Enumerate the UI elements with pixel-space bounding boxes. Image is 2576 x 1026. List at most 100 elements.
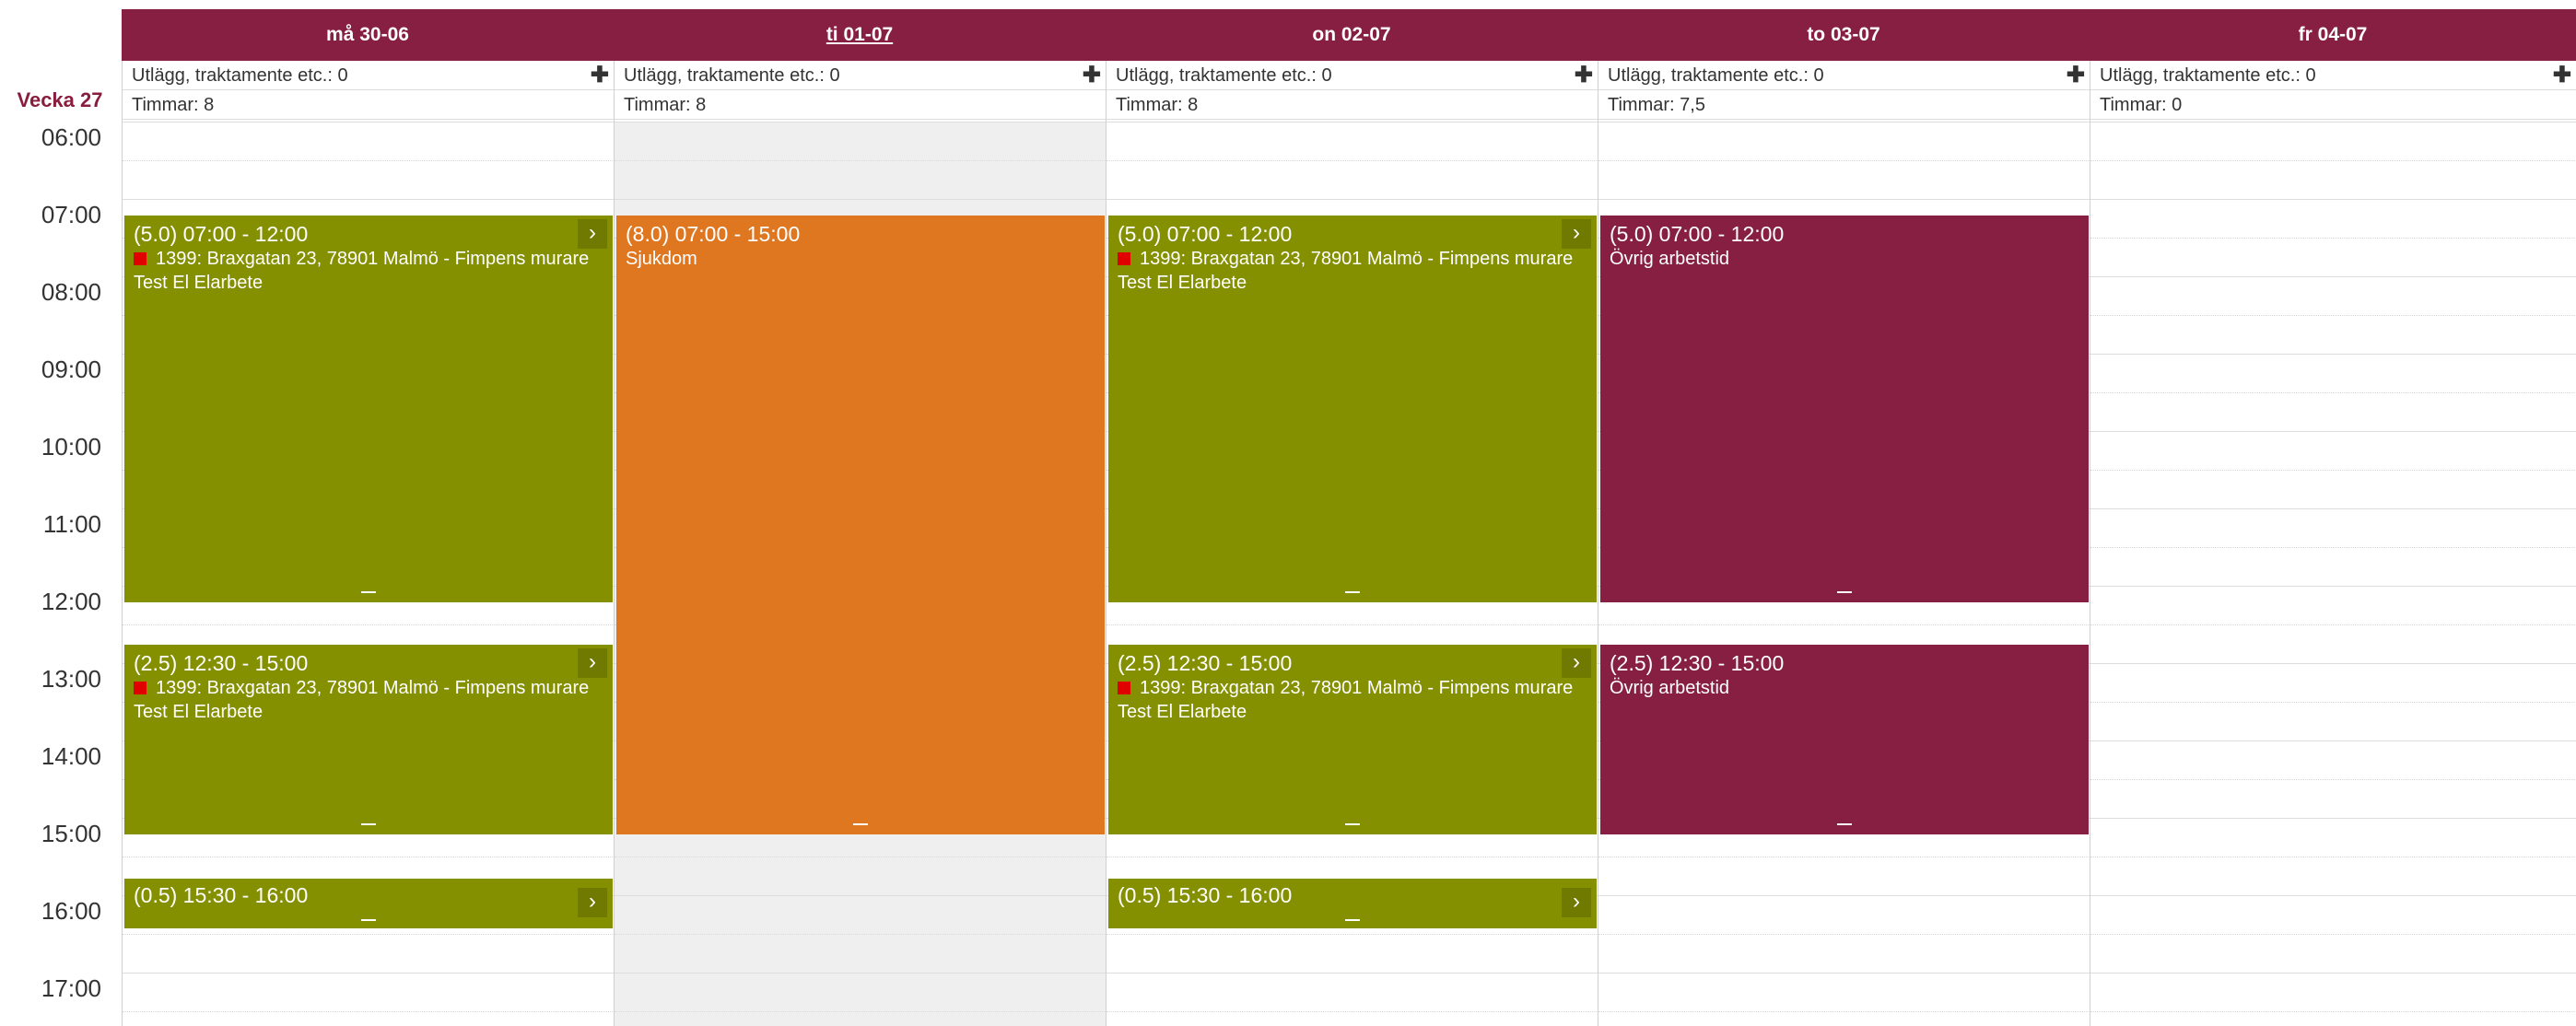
chevron-right-icon[interactable]: › bbox=[578, 648, 607, 678]
time-entry[interactable]: (2.5) 12:30 - 15:00 1399: Braxgatan 23, … bbox=[1108, 645, 1597, 834]
expenses-row: Utlägg, traktamente etc.: 0 ✚ bbox=[615, 61, 1107, 90]
hour-line bbox=[2090, 973, 2576, 974]
hour-line bbox=[2090, 199, 2576, 200]
day-header-tue[interactable]: ti 01-07 bbox=[614, 9, 1106, 61]
hours-row: Timmar: 8 bbox=[615, 90, 1107, 120]
chevron-right-icon[interactable]: › bbox=[1562, 888, 1591, 917]
time-entry[interactable]: (5.0) 07:00 - 12:00 1399: Braxgatan 23, … bbox=[1108, 216, 1597, 602]
chevron-right-icon[interactable]: › bbox=[1562, 219, 1591, 249]
hour-line bbox=[2090, 895, 2576, 896]
expenses-row: Utlägg, traktamente etc.: 0 ✚ bbox=[2090, 61, 2576, 90]
hours-row: Timmar: 7,5 bbox=[1598, 90, 2090, 120]
hour-line bbox=[615, 199, 1107, 200]
half-hour-line bbox=[2090, 160, 2576, 161]
half-hour-line bbox=[1598, 934, 2090, 935]
hours-row: Timmar: 8 bbox=[1107, 90, 1598, 120]
time-label: 09:00 bbox=[41, 356, 101, 383]
time-entry[interactable]: (0.5) 15:30 - 16:00 › bbox=[124, 879, 613, 928]
hour-line bbox=[1107, 973, 1598, 974]
half-hour-line bbox=[123, 1011, 615, 1012]
day-header-fri[interactable]: fr 04-07 bbox=[2090, 9, 2576, 61]
project-marker-icon bbox=[1118, 252, 1130, 265]
expenses-row: Utlägg, traktamente etc.: 0 ✚ bbox=[123, 61, 615, 90]
project-marker-icon bbox=[134, 252, 146, 265]
resize-handle-icon[interactable] bbox=[361, 919, 376, 921]
plus-icon[interactable]: ✚ bbox=[591, 61, 609, 90]
time-label: 14:00 bbox=[41, 742, 101, 770]
time-label: 17:00 bbox=[41, 974, 101, 1002]
half-hour-line bbox=[615, 1011, 1107, 1012]
day-header-thu[interactable]: to 03-07 bbox=[1598, 9, 2090, 61]
half-hour-line bbox=[123, 934, 615, 935]
expenses-row: Utlägg, traktamente etc.: 0 ✚ bbox=[1598, 61, 2090, 90]
hour-line bbox=[2090, 818, 2576, 819]
half-hour-line bbox=[2090, 470, 2576, 471]
project-marker-icon bbox=[134, 682, 146, 694]
time-entry[interactable]: (5.0) 07:00 - 12:00 1399: Braxgatan 23, … bbox=[124, 216, 613, 602]
plus-icon[interactable]: ✚ bbox=[2067, 61, 2085, 90]
chevron-right-icon[interactable]: › bbox=[1562, 648, 1591, 678]
hour-line bbox=[615, 895, 1107, 896]
plus-icon[interactable]: ✚ bbox=[1083, 61, 1101, 90]
hour-line bbox=[2090, 740, 2576, 741]
resize-handle-icon[interactable] bbox=[1345, 919, 1360, 921]
time-entry[interactable]: (2.5) 12:30 - 15:00 Övrig arbetstid bbox=[1600, 645, 2089, 834]
week-label: Vecka 27 bbox=[17, 88, 103, 111]
hour-line bbox=[2090, 508, 2576, 509]
hour-line bbox=[1598, 895, 2090, 896]
half-hour-line bbox=[123, 624, 615, 625]
half-hour-line bbox=[1598, 624, 2090, 625]
plus-icon[interactable]: ✚ bbox=[1575, 61, 1593, 90]
day-header-wed[interactable]: on 02-07 bbox=[1106, 9, 1598, 61]
chevron-right-icon[interactable]: › bbox=[578, 219, 607, 249]
hour-line bbox=[2090, 663, 2576, 664]
half-hour-line bbox=[2090, 702, 2576, 703]
hours-row: Timmar: 0 bbox=[2090, 90, 2576, 120]
half-hour-line bbox=[615, 934, 1107, 935]
time-entry[interactable]: (2.5) 12:30 - 15:00 1399: Braxgatan 23, … bbox=[124, 645, 613, 834]
time-label: 11:00 bbox=[42, 510, 101, 538]
half-hour-line bbox=[1107, 624, 1598, 625]
time-entry[interactable]: (5.0) 07:00 - 12:00 Övrig arbetstid bbox=[1600, 216, 2089, 602]
project-marker-icon bbox=[1118, 682, 1130, 694]
day-column-thu: Utlägg, traktamente etc.: 0 ✚ Timmar: 7,… bbox=[1598, 61, 2090, 1026]
hour-line bbox=[615, 973, 1107, 974]
resize-handle-icon[interactable] bbox=[1345, 591, 1360, 593]
half-hour-line bbox=[2090, 779, 2576, 780]
resize-handle-icon[interactable] bbox=[361, 823, 376, 825]
day-header-mon[interactable]: må 30-06 bbox=[122, 9, 614, 61]
half-hour-line bbox=[615, 160, 1107, 161]
day-column-wed: Utlägg, traktamente etc.: 0 ✚ Timmar: 8 … bbox=[1106, 61, 1598, 1026]
day-column-mon: Utlägg, traktamente etc.: 0 ✚ Timmar: 8 … bbox=[122, 61, 615, 1026]
time-label: 16:00 bbox=[41, 897, 101, 925]
time-label: 12:00 bbox=[41, 588, 101, 615]
resize-handle-icon[interactable] bbox=[853, 823, 868, 825]
chevron-right-icon[interactable]: › bbox=[578, 888, 607, 917]
expenses-row: Utlägg, traktamente etc.: 0 ✚ bbox=[1107, 61, 1598, 90]
half-hour-line bbox=[2090, 238, 2576, 239]
half-hour-line bbox=[1107, 160, 1598, 161]
time-entry[interactable]: (8.0) 07:00 - 15:00 Sjukdom bbox=[616, 216, 1105, 834]
hour-line bbox=[123, 973, 615, 974]
half-hour-line bbox=[2090, 392, 2576, 393]
half-hour-line bbox=[1598, 1011, 2090, 1012]
time-entry[interactable]: (0.5) 15:30 - 16:00 › bbox=[1108, 879, 1597, 928]
time-label: 06:00 bbox=[41, 123, 101, 151]
day-column-fri: Utlägg, traktamente etc.: 0 ✚ Timmar: 0 bbox=[2090, 61, 2576, 1026]
half-hour-line bbox=[2090, 934, 2576, 935]
hour-line bbox=[123, 199, 615, 200]
hour-line bbox=[2090, 431, 2576, 432]
half-hour-line bbox=[2090, 547, 2576, 548]
half-hour-line bbox=[1107, 934, 1598, 935]
resize-handle-icon[interactable] bbox=[1837, 823, 1852, 825]
half-hour-line bbox=[2090, 1011, 2576, 1012]
hour-line bbox=[2090, 586, 2576, 587]
resize-handle-icon[interactable] bbox=[1345, 823, 1360, 825]
hour-line bbox=[1107, 199, 1598, 200]
plus-icon[interactable]: ✚ bbox=[2553, 61, 2571, 90]
resize-handle-icon[interactable] bbox=[1837, 591, 1852, 593]
resize-handle-icon[interactable] bbox=[361, 591, 376, 593]
time-grid[interactable] bbox=[2090, 122, 2576, 1026]
half-hour-line bbox=[2090, 624, 2576, 625]
time-label: 15:00 bbox=[41, 820, 101, 847]
